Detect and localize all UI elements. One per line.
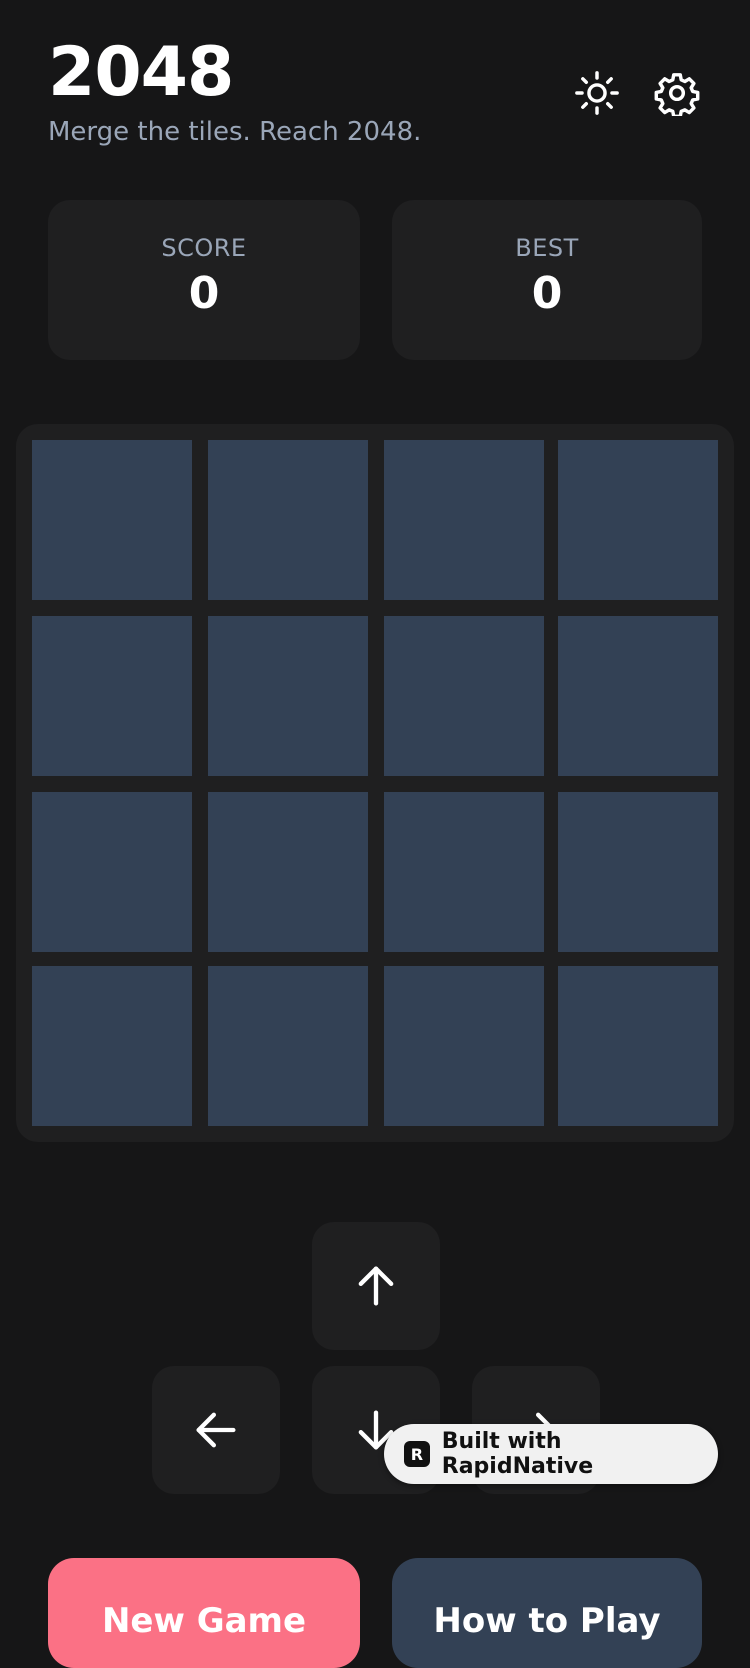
how-to-play-button[interactable]: How to Play bbox=[392, 1558, 702, 1668]
board-tile bbox=[208, 440, 368, 600]
board-tile bbox=[32, 616, 192, 776]
built-with-badge[interactable]: R Built with RapidNative bbox=[384, 1424, 718, 1484]
badge-text: Built with RapidNative bbox=[441, 1429, 594, 1479]
new-game-button[interactable]: New Game bbox=[48, 1558, 360, 1668]
board-tile bbox=[32, 792, 192, 952]
theme-toggle-button[interactable] bbox=[570, 66, 624, 120]
board-tile bbox=[208, 616, 368, 776]
board-tile bbox=[384, 966, 544, 1126]
move-left-button[interactable] bbox=[152, 1366, 280, 1494]
rapidnative-logo-icon: R bbox=[404, 1441, 430, 1467]
gear-icon bbox=[654, 73, 700, 116]
board-tile bbox=[32, 966, 192, 1126]
board-tile bbox=[384, 616, 544, 776]
game-board[interactable] bbox=[16, 424, 734, 1142]
board-tile bbox=[558, 616, 718, 776]
board-tile bbox=[558, 440, 718, 600]
arrow-up-icon bbox=[358, 1266, 394, 1306]
board-tile bbox=[32, 440, 192, 600]
move-up-button[interactable] bbox=[312, 1222, 440, 1350]
board-tile bbox=[208, 966, 368, 1126]
board-tile bbox=[384, 440, 544, 600]
best-card: BEST 0 bbox=[392, 200, 702, 360]
page-title: 2048 bbox=[48, 33, 234, 112]
score-card: SCORE 0 bbox=[48, 200, 360, 360]
page-subtitle: Merge the tiles. Reach 2048. bbox=[48, 117, 422, 147]
score-value: 0 bbox=[188, 268, 220, 319]
board-tile bbox=[384, 792, 544, 952]
board-tile bbox=[558, 792, 718, 952]
board-tile bbox=[208, 792, 368, 952]
best-value: 0 bbox=[531, 268, 563, 319]
settings-button[interactable] bbox=[650, 66, 704, 120]
arrow-left-icon bbox=[196, 1412, 236, 1448]
how-to-play-label: How to Play bbox=[433, 1601, 661, 1641]
score-label: SCORE bbox=[161, 234, 247, 262]
best-label: BEST bbox=[515, 234, 579, 262]
sun-icon bbox=[575, 71, 619, 115]
board-tile bbox=[558, 966, 718, 1126]
new-game-label: New Game bbox=[101, 1601, 307, 1641]
